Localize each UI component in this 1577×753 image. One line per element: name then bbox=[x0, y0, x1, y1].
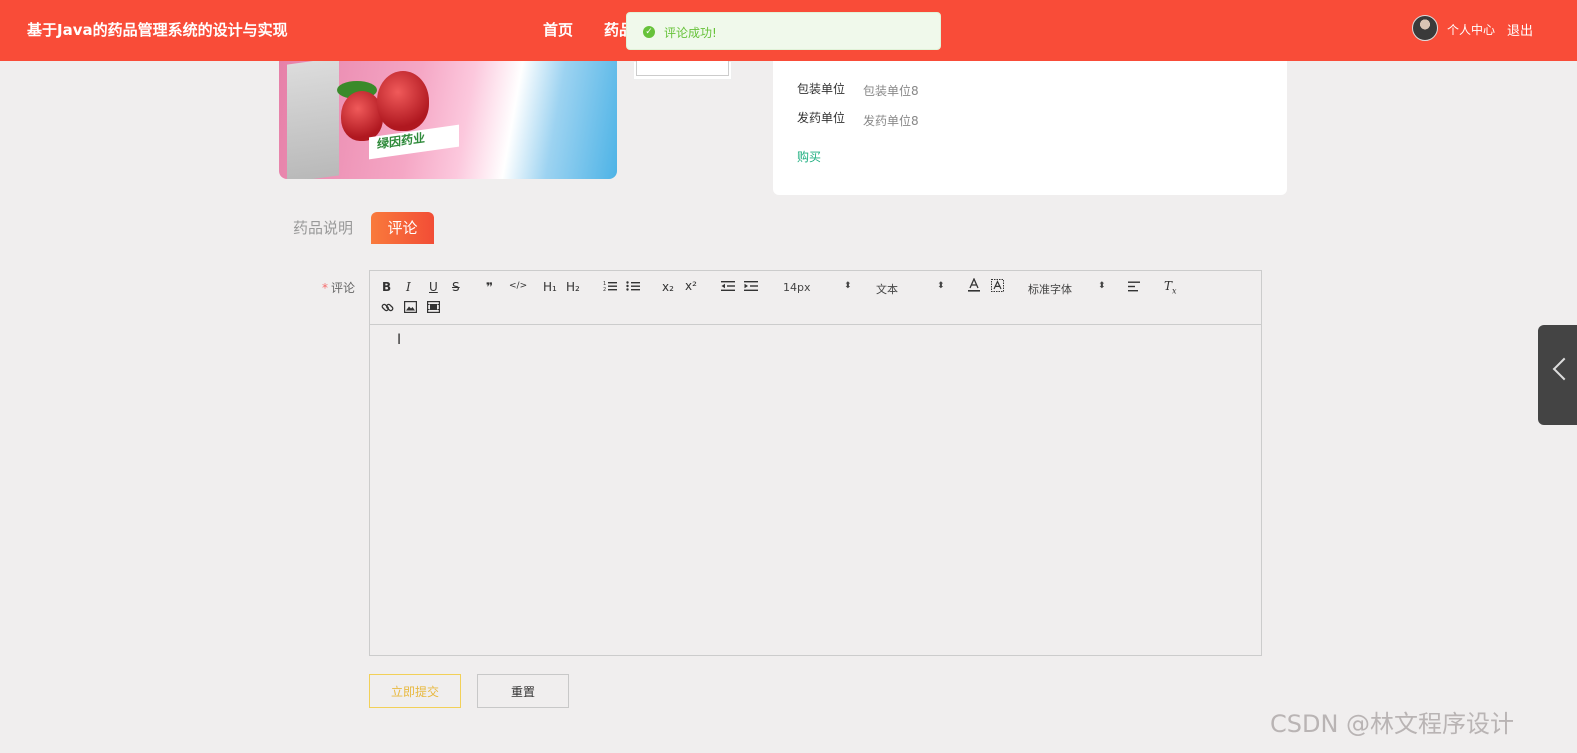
nav-medicine[interactable]: 药品 bbox=[604, 19, 628, 40]
comment-field-label: * 评论 bbox=[322, 279, 355, 296]
side-panel-toggle[interactable] bbox=[1538, 325, 1577, 425]
subscript-button[interactable]: x₂ bbox=[662, 280, 674, 294]
buy-link[interactable]: 购买 bbox=[797, 148, 821, 165]
strike-button[interactable]: S bbox=[452, 280, 460, 294]
header1-button[interactable]: H₁ bbox=[543, 280, 557, 294]
reset-button[interactable]: 重置 bbox=[477, 674, 569, 708]
font-family-select[interactable]: 标准字体 bbox=[1028, 281, 1072, 297]
tab-comment[interactable]: 评论 bbox=[371, 212, 434, 244]
strawberry-graphic bbox=[377, 71, 429, 131]
success-toast: ✓ 评论成功! bbox=[626, 12, 941, 50]
info-value-dispense-unit: 发药单位8 bbox=[863, 114, 919, 128]
italic-button[interactable]: I bbox=[406, 280, 411, 294]
check-circle-icon: ✓ bbox=[643, 26, 655, 38]
text-cursor-icon: I bbox=[397, 332, 402, 348]
info-label-dispense-unit: 发药单位 bbox=[797, 111, 846, 125]
product-info-card: 包装单位 包装单位8 发药单位 发药单位8 购买 bbox=[773, 61, 1287, 195]
header-select-arrow-icon: ⬍ bbox=[937, 281, 945, 291]
clear-format-icon[interactable]: Tx bbox=[1164, 279, 1177, 295]
box-side-graphic bbox=[287, 61, 339, 179]
toast-message: 评论成功! bbox=[664, 26, 717, 40]
indent-icon[interactable] bbox=[744, 280, 758, 295]
code-block-button[interactable]: </> bbox=[509, 281, 527, 291]
link-icon[interactable] bbox=[381, 301, 394, 317]
ordered-list-icon[interactable]: 12 bbox=[603, 280, 617, 295]
video-icon[interactable] bbox=[427, 301, 441, 316]
blockquote-button[interactable]: ❞ bbox=[486, 280, 493, 294]
info-value-package-unit: 包装单位8 bbox=[863, 84, 919, 98]
comment-editor[interactable] bbox=[369, 324, 1262, 656]
font-size-select-arrow-icon: ⬍ bbox=[844, 281, 852, 291]
required-mark: * bbox=[322, 281, 328, 295]
header-select[interactable]: 文本 bbox=[876, 281, 898, 297]
product-image: 绿因药业 bbox=[279, 61, 617, 179]
image-icon[interactable] bbox=[404, 301, 418, 316]
tab-medicine-description[interactable]: 药品说明 bbox=[288, 212, 358, 244]
user-center-link[interactable]: 个人中心 bbox=[1447, 21, 1495, 38]
font-size-select[interactable]: 14px bbox=[783, 281, 811, 294]
outdent-icon[interactable] bbox=[721, 280, 735, 295]
editor-toolbar: B I U S ❞ </> H₁ H₂ 12 x₂ x² 14px ⬍ 文本 ⬍… bbox=[369, 270, 1262, 325]
text-color-icon[interactable] bbox=[968, 277, 980, 295]
logout-link[interactable]: 退出 bbox=[1507, 20, 1533, 39]
align-icon[interactable] bbox=[1128, 281, 1140, 295]
site-title: 基于Java的药品管理系统的设计与实现 bbox=[27, 21, 288, 39]
background-color-icon[interactable] bbox=[991, 279, 1004, 295]
font-family-select-arrow-icon: ⬍ bbox=[1098, 281, 1106, 291]
header2-button[interactable]: H₂ bbox=[566, 280, 580, 294]
product-thumbnail-frame bbox=[636, 61, 729, 76]
bullet-list-icon[interactable] bbox=[626, 280, 640, 295]
underline-button[interactable]: U bbox=[429, 280, 438, 294]
submit-button[interactable]: 立即提交 bbox=[369, 674, 461, 708]
superscript-button[interactable]: x² bbox=[685, 279, 697, 293]
comment-label-text: 评论 bbox=[331, 281, 356, 295]
nav-home[interactable]: 首页 bbox=[543, 19, 573, 40]
info-label-package-unit: 包装单位 bbox=[797, 82, 846, 96]
chevron-left-icon bbox=[1552, 357, 1576, 381]
bold-button[interactable]: B bbox=[382, 280, 391, 294]
watermark: CSDN @林文程序设计 bbox=[1270, 710, 1515, 738]
svg-text:2: 2 bbox=[603, 287, 606, 292]
avatar[interactable] bbox=[1412, 15, 1438, 41]
